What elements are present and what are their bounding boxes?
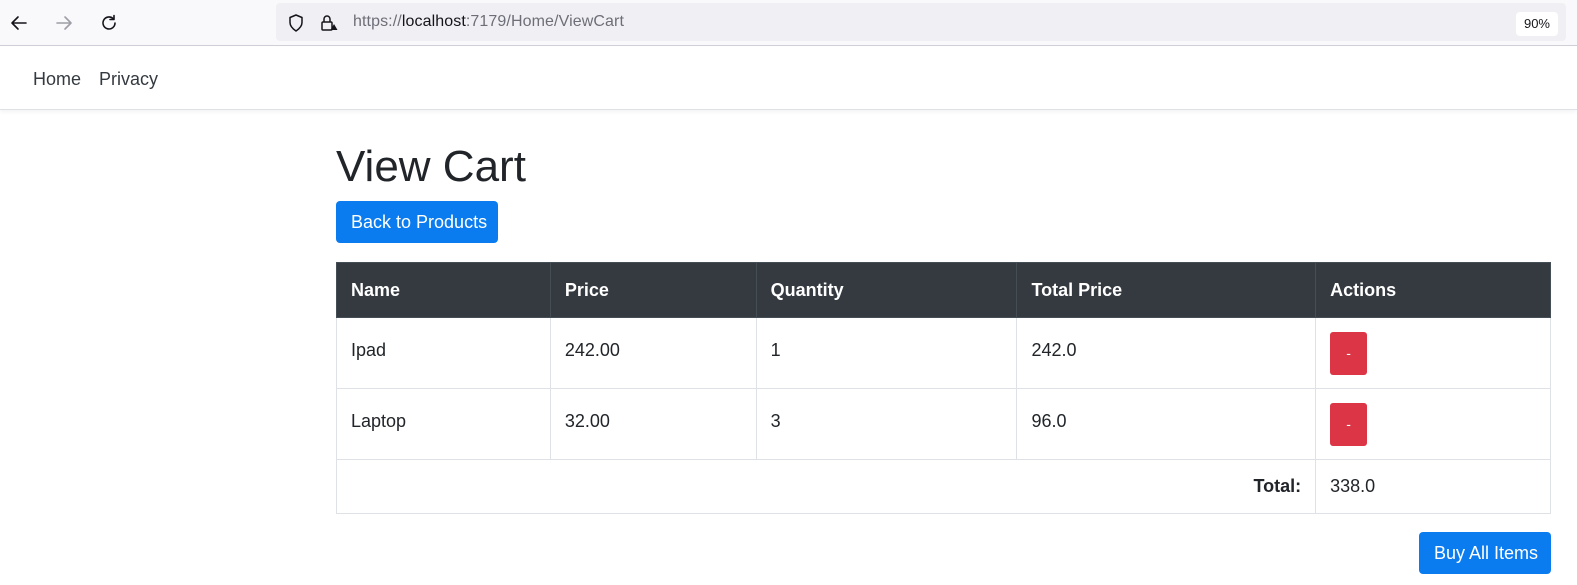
column-header-quantity: Quantity bbox=[755, 262, 1018, 318]
back-to-products-button[interactable]: Back to Products bbox=[336, 201, 498, 243]
total-value: 338.0 bbox=[1315, 459, 1551, 514]
column-header-name: Name bbox=[336, 262, 551, 318]
item-name: Laptop bbox=[336, 388, 551, 460]
item-total-price: 96.0 bbox=[1016, 388, 1317, 460]
remove-item-button[interactable]: - bbox=[1330, 402, 1368, 446]
forward-arrow-icon[interactable] bbox=[50, 9, 78, 37]
back-arrow-icon[interactable] bbox=[5, 9, 33, 37]
site-navbar: Home Privacy bbox=[0, 47, 1577, 110]
column-header-price: Price bbox=[549, 262, 757, 318]
page-title: View Cart bbox=[336, 142, 526, 191]
url-bar[interactable]: https://localhost:7179/Home/ViewCart 90% bbox=[276, 3, 1566, 41]
remove-item-button[interactable]: - bbox=[1330, 331, 1368, 375]
url-text: https://localhost:7179/Home/ViewCart bbox=[353, 13, 625, 30]
reload-icon[interactable] bbox=[95, 9, 123, 37]
item-quantity: 1 bbox=[755, 317, 1018, 389]
shield-icon[interactable] bbox=[286, 13, 306, 33]
item-price: 242.00 bbox=[549, 317, 757, 389]
table-header-row: Name Price Quantity Total Price Actions bbox=[336, 262, 1551, 318]
browser-toolbar: https://localhost:7179/Home/ViewCart 90% bbox=[0, 0, 1577, 46]
table-row: Ipad 242.00 1 242.0 - bbox=[336, 317, 1551, 389]
lock-warning-icon[interactable] bbox=[319, 13, 339, 33]
item-name: Ipad bbox=[336, 317, 551, 389]
item-total-price: 242.0 bbox=[1016, 317, 1317, 389]
column-header-total-price: Total Price bbox=[1016, 262, 1317, 318]
total-row: Total: 338.0 bbox=[335, 459, 1551, 514]
table-row: Laptop 32.00 3 96.0 - bbox=[336, 388, 1551, 460]
column-header-actions: Actions bbox=[1315, 262, 1551, 318]
cart-table: Name Price Quantity Total Price Actions … bbox=[335, 262, 1551, 514]
total-label: Total: bbox=[335, 459, 1317, 514]
item-price: 32.00 bbox=[549, 388, 757, 460]
item-quantity: 3 bbox=[755, 388, 1018, 460]
nav-link-privacy[interactable]: Privacy bbox=[99, 69, 158, 90]
buy-all-items-button[interactable]: Buy All Items bbox=[1419, 532, 1551, 574]
nav-link-home[interactable]: Home bbox=[33, 69, 81, 90]
item-actions: - bbox=[1315, 388, 1551, 460]
item-actions: - bbox=[1315, 317, 1551, 389]
zoom-level-badge[interactable]: 90% bbox=[1515, 12, 1558, 36]
